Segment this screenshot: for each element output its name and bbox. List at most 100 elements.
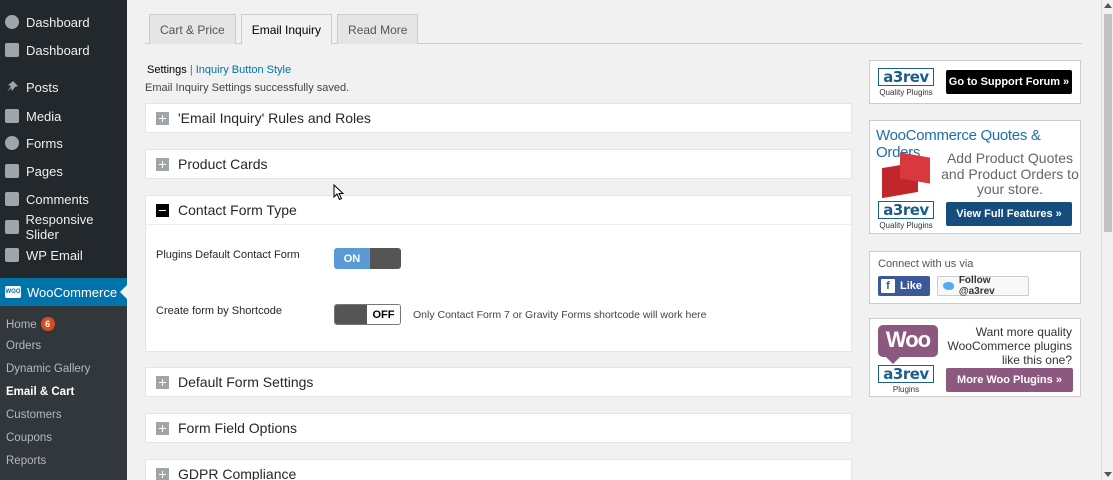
sidebar-item-label: Pages [26, 163, 63, 179]
submenu-item-dynamic-gallery[interactable]: Dynamic Gallery [6, 363, 90, 375]
comment-icon [5, 192, 19, 206]
submenu-item-customers[interactable]: Customers [6, 409, 62, 421]
sidebar-item-label: WooCommerce [27, 284, 118, 300]
tab-read-more[interactable]: Read More [337, 14, 419, 44]
current-menu-arrow [120, 285, 127, 299]
facebook-like-label: Like [900, 280, 923, 292]
view-full-features-button[interactable]: View Full Features » [946, 202, 1072, 226]
logo-subtext: Plugins [892, 385, 920, 394]
sidebar-item-dashboard-top[interactable]: Dashboard [0, 10, 127, 34]
collapse-icon [156, 203, 169, 217]
sidebar-item-label: Dashboard [26, 14, 90, 30]
panel-body: Plugins Default Contact Form ON Create f… [146, 224, 851, 351]
panel-form-field-options: Form Field Options [145, 413, 852, 443]
a3rev-logo: a3rev Quality Plugins [874, 201, 938, 230]
pages-icon [5, 164, 19, 178]
panel-rules-roles: 'Email Inquiry' Rules and Roles [145, 103, 852, 133]
media-icon [5, 109, 19, 123]
subnav-link-inquiry-button-style[interactable]: Inquiry Button Style [196, 64, 291, 76]
twitter-follow-label: Follow @a3rev [958, 275, 995, 297]
subnav: Settings | Inquiry Button Style [147, 64, 291, 76]
logo-text: a3rev [878, 365, 934, 383]
sidebar-item-label: Responsive Slider [25, 212, 94, 242]
scroll-down-icon[interactable] [1104, 472, 1112, 477]
notification-badge: 6 [40, 317, 55, 331]
sidebar-item-pages[interactable]: Pages [0, 159, 127, 183]
a3rev-logo: a3rev Plugins [874, 365, 938, 394]
panel-product-cards: Product Cards [145, 149, 852, 179]
sidebar-item-responsive-slider[interactable]: Responsive Slider [0, 212, 127, 242]
twitter-follow-button[interactable]: Follow @a3rev [937, 275, 1029, 297]
panel-header[interactable]: Form Field Options [146, 414, 851, 442]
sidebar-item-wp-email[interactable]: WP Email [0, 243, 127, 267]
field-label-shortcode: Create form by Shortcode [156, 305, 282, 317]
submenu-item-coupons[interactable]: Coupons [6, 432, 52, 444]
field-label-default-contact-form: Plugins Default Contact Form [156, 249, 300, 261]
toggle-on-label: ON [334, 248, 370, 269]
sidebar-item-label: Forms [26, 135, 63, 151]
submenu-item-email-cart[interactable]: Email & Cart [6, 386, 74, 398]
support-forum-button[interactable]: Go to Support Forum » [946, 70, 1072, 94]
expand-icon [156, 111, 169, 125]
panel-header[interactable]: 'Email Inquiry' Rules and Roles [146, 104, 851, 132]
sidebar-item-label: Dashboard [26, 42, 90, 58]
facebook-like-button[interactable]: f Like [878, 276, 930, 296]
subnav-current: Settings [147, 64, 187, 76]
shortcode-description: Only Contact Form 7 or Gravity Forms sho… [413, 309, 707, 321]
submenu-item-home[interactable]: Home 6 [6, 317, 55, 331]
panel-title: Form Field Options [178, 420, 298, 436]
panel-gdpr: GDPR Compliance [145, 459, 852, 480]
support-widget: a3rev Quality Plugins Go to Support Foru… [869, 60, 1081, 104]
panel-title: 'Email Inquiry' Rules and Roles [178, 110, 371, 126]
logo-subtext: Quality Plugins [879, 221, 933, 230]
tab-email-inquiry[interactable]: Email Inquiry [240, 14, 333, 45]
forms-icon [5, 136, 19, 150]
more-plugins-widget: Woo a3rev Plugins Want more quality WooC… [869, 318, 1081, 397]
sidebar-item-forms[interactable]: Forms [0, 131, 127, 155]
pin-icon [5, 80, 19, 94]
sidebar-item-label: Posts [26, 79, 59, 95]
more-plugins-text: Want more quality WooCommerce plugins li… [947, 325, 1073, 367]
panel-header[interactable]: Product Cards [146, 150, 851, 178]
sidebar-item-media[interactable]: Media [0, 104, 127, 128]
scroll-thumb[interactable] [1104, 14, 1112, 232]
camera-icon [5, 220, 19, 234]
sidebar-item-comments[interactable]: Comments [0, 187, 127, 211]
panel-title: Contact Form Type [178, 202, 297, 218]
sidebar-item-label: Media [26, 108, 62, 124]
woocommerce-icon: WOO [5, 286, 21, 298]
default-contact-form-toggle[interactable]: ON [334, 248, 401, 269]
submenu-item-reports[interactable]: Reports [6, 455, 46, 467]
panel-title: Product Cards [178, 156, 268, 172]
expand-icon [156, 375, 169, 389]
panel-contact-form-type: Contact Form Type Plugins Default Contac… [145, 195, 852, 352]
shortcode-toggle[interactable]: OFF [334, 304, 401, 325]
page-scrollbar[interactable] [1101, 0, 1113, 480]
panel-header[interactable]: Contact Form Type [146, 196, 851, 224]
panel-title: GDPR Compliance [178, 466, 297, 480]
panel-header[interactable]: Default Form Settings [146, 368, 851, 396]
scroll-up-icon[interactable] [1104, 3, 1112, 8]
quotes-widget: WooCommerce Quotes & Orders Add Product … [869, 120, 1081, 234]
mouse-cursor-icon [333, 184, 345, 201]
save-notice: Email Inquiry Settings successfully save… [145, 82, 350, 94]
sidebar-item-label: WP Email [26, 247, 83, 263]
toggle-knob [370, 248, 401, 269]
settings-tabs: Cart & Price Email Inquiry Read More [149, 14, 423, 45]
admin-sidebar: Dashboard Dashboard Posts Media Forms Pa… [0, 0, 127, 480]
logo-text: a3rev [878, 68, 934, 86]
a3rev-logo: a3rev Quality Plugins [874, 68, 938, 97]
panel-header[interactable]: GDPR Compliance [146, 460, 851, 480]
sidebar-item-woocommerce[interactable]: WOO WooCommerce [0, 278, 127, 306]
sidebar-item-dashboard[interactable]: Dashboard [0, 38, 127, 62]
toggle-knob [335, 305, 367, 324]
woo-logo: Woo [878, 325, 938, 364]
submenu-item-orders[interactable]: Orders [6, 340, 41, 352]
email-icon [5, 248, 19, 262]
tab-cart-price[interactable]: Cart & Price [149, 14, 236, 44]
sidebar-item-posts[interactable]: Posts [0, 75, 127, 99]
connect-widget: Connect with us via f Like Follow @a3rev [869, 251, 1081, 304]
toggle-off-label: OFF [367, 305, 400, 324]
more-woo-plugins-button[interactable]: More Woo Plugins » [946, 368, 1073, 392]
logo-text: a3rev [878, 201, 934, 219]
